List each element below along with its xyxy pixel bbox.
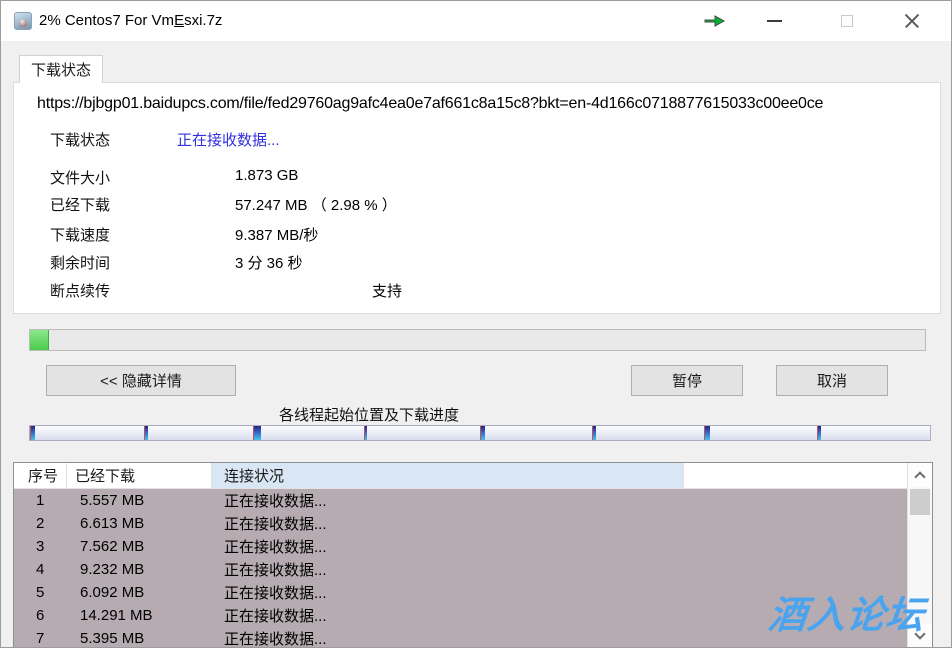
close-button[interactable] [895,5,929,37]
pause-button[interactable]: 暂停 [631,365,743,396]
cell-status: 正在接收数据... [212,605,684,626]
resume-support-value: 支持 [372,280,402,301]
downloaded-label: 已经下载 [50,194,110,215]
resume-support-label: 断点续传 [50,280,110,301]
cell-status: 正在接收数据... [212,559,684,580]
title-text: 2% Centos7 For Vm [39,12,174,29]
download-window: 2% Centos7 For VmEsxi.7z 下载状态 https://bj… [0,0,952,648]
title-accel: E [174,12,184,29]
progress-fill [30,330,49,350]
overall-progress-bar [29,329,926,351]
window-title: 2% Centos7 For VmEsxi.7z [39,12,222,29]
table-row[interactable]: 3 7.562 MB 正在接收数据... [14,535,907,558]
thread-marker [30,426,35,440]
green-arrow-button[interactable] [698,5,732,37]
status-label: 下载状态 [50,129,110,150]
file-size-label: 文件大小 [50,167,110,188]
minimize-button[interactable] [757,5,791,37]
cancel-button[interactable]: 取消 [776,365,888,396]
hide-details-button[interactable]: << 隐藏详情 [46,365,236,396]
title-text-suffix: sxi.7z [184,12,222,29]
cell-status: 正在接收数据... [212,582,684,603]
chevron-up-icon [914,471,925,482]
speed-label: 下载速度 [50,224,110,245]
maximize-icon [841,15,853,27]
cell-no: 3 [14,538,67,555]
thread-marker [817,426,821,440]
cell-downloaded: 14.291 MB [67,607,212,624]
thread-progress-label: 各线程起始位置及下载进度 [219,404,519,425]
table-row[interactable]: 2 6.613 MB 正在接收数据... [14,512,907,535]
cell-no: 4 [14,561,67,578]
header-no[interactable]: 序号 [14,463,67,488]
cell-downloaded: 6.092 MB [67,584,212,601]
cell-status: 正在接收数据... [212,628,684,648]
cell-downloaded: 6.613 MB [67,515,212,532]
header-filler [684,463,907,488]
cell-downloaded: 7.562 MB [67,538,212,555]
green-arrow-icon [704,14,726,28]
tab-download-status[interactable]: 下载状态 [19,55,103,83]
header-downloaded[interactable]: 已经下载 [67,463,212,488]
file-size-value: 1.873 GB [235,167,298,184]
downloaded-value: 57.247 MB （ 2.98 % ） [235,194,397,215]
maximize-button[interactable] [830,5,864,37]
cell-downloaded: 5.395 MB [67,630,212,647]
scroll-up-button[interactable] [908,463,932,487]
thread-marker [480,426,485,440]
thread-progress-bar [29,425,931,441]
download-status-panel: https://bjbgp01.baidupcs.com/file/fed297… [13,82,941,314]
minimize-icon [767,20,782,22]
time-left-label: 剩余时间 [50,252,110,273]
download-url: https://bjbgp01.baidupcs.com/file/fed297… [37,95,927,113]
thread-marker [144,426,148,440]
cell-status: 正在接收数据... [212,536,684,557]
cell-no: 1 [14,492,67,509]
thread-marker [592,426,596,440]
table-row[interactable]: 1 5.557 MB 正在接收数据... [14,489,907,512]
table-header-row: 序号 已经下载 连接状况 [14,463,907,489]
cell-downloaded: 9.232 MB [67,561,212,578]
scrollbar-thumb[interactable] [910,489,930,515]
speed-value: 9.387 MB/秒 [235,224,318,245]
forum-watermark: 酒入论坛 [766,584,928,639]
app-icon [14,12,32,30]
cell-no: 5 [14,584,67,601]
cell-no: 2 [14,515,67,532]
cell-status: 正在接收数据... [212,513,684,534]
thread-marker [253,426,261,440]
cell-downloaded: 5.557 MB [67,492,212,509]
cell-no: 7 [14,630,67,647]
cell-no: 6 [14,607,67,624]
time-left-value: 3 分 36 秒 [235,252,303,273]
thread-marker [364,426,367,440]
title-bar[interactable]: 2% Centos7 For VmEsxi.7z [1,1,951,41]
status-value: 正在接收数据... [177,129,280,150]
header-status[interactable]: 连接状况 [212,463,684,488]
close-icon [904,13,920,29]
thread-marker [704,426,710,440]
table-row[interactable]: 4 9.232 MB 正在接收数据... [14,558,907,581]
cell-status: 正在接收数据... [212,490,684,511]
